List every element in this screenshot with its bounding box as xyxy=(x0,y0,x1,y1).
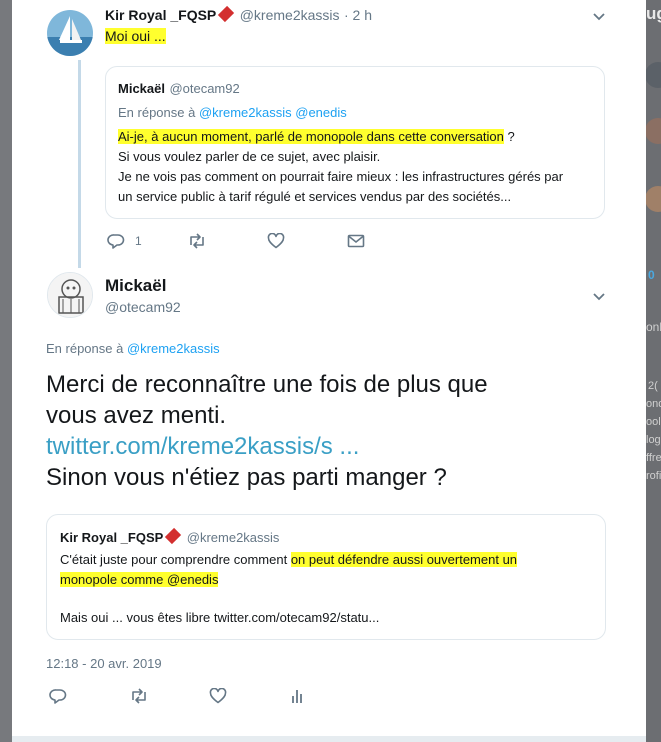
retweet-button[interactable] xyxy=(129,688,209,704)
reply-users: @kreme2kassis @enedis xyxy=(198,105,347,120)
chevron-down-icon[interactable] xyxy=(592,292,606,302)
retweet-icon xyxy=(132,688,146,704)
quoted-handle: @kreme2kassis xyxy=(186,530,280,545)
tweet-header: Kir Royal _FQSP @kreme2kassis · 2 h xyxy=(105,5,372,25)
quoted-line: un service public à tarif régulé et serv… xyxy=(118,189,512,204)
reply-button[interactable] xyxy=(49,688,129,704)
sidebar-text: 2( xyxy=(648,380,658,392)
reply-button[interactable]: 1 xyxy=(107,233,187,249)
bottom-divider xyxy=(12,736,646,742)
quoted-line: Si vous voulez parler de ce sujet, avec … xyxy=(118,149,381,164)
diamond-icon xyxy=(218,5,235,23)
quoted-body: C'était juste pour comprendre comment on… xyxy=(60,550,518,628)
reply-icon xyxy=(49,689,67,704)
sidebar-text: onl xyxy=(646,320,661,334)
quoted-display-name: Kir Royal _FQSP xyxy=(60,530,164,545)
analytics-button[interactable] xyxy=(289,688,369,704)
reply-count: 1 xyxy=(135,234,142,248)
analytics-icon xyxy=(292,690,302,703)
thread-connector-line xyxy=(78,60,81,268)
sidebar-text: 0 xyxy=(648,268,655,282)
tweet-line: Merci de reconnaître une fois de plus qu… xyxy=(46,371,488,398)
reply-prefix: En réponse à xyxy=(46,341,124,356)
sidebar-text: ond xyxy=(646,398,661,410)
avatar[interactable] xyxy=(47,272,93,318)
quoted-header: Mickaël @otecam92 xyxy=(118,80,240,98)
quoted-body: Ai-je, à aucun moment, parlé de monopole… xyxy=(118,127,563,207)
mail-icon xyxy=(347,234,365,248)
handle[interactable]: @kreme2kassis xyxy=(240,7,340,23)
tweet-timestamp[interactable]: 12:18 - 20 avr. 2019 xyxy=(46,656,162,671)
reply-icon xyxy=(107,234,125,249)
like-button[interactable] xyxy=(209,688,289,704)
chevron-down-icon[interactable] xyxy=(592,12,606,22)
tweet-body: Merci de reconnaître une fois de plus qu… xyxy=(46,369,488,493)
quoted-handle: @otecam92 xyxy=(169,81,240,96)
sidebar-text: ug xyxy=(646,4,661,23)
heart-icon xyxy=(209,688,227,704)
retweet-icon xyxy=(190,233,204,249)
quoted-line-tail: ? xyxy=(503,129,515,144)
tweet-text: Moi oui ... xyxy=(105,27,166,45)
reply-user-link[interactable]: @kreme2kassis xyxy=(127,341,220,356)
quoted-header: Kir Royal _FQSP @kreme2kassis xyxy=(60,527,280,547)
right-sidebar: ug 0 onl 2( ond ool log ffre rofi xyxy=(646,0,661,742)
quoted-line-highlight: Ai-je, à aucun moment, parlé de monopole… xyxy=(118,129,504,144)
like-button[interactable] xyxy=(267,233,347,249)
handle[interactable]: @otecam92 xyxy=(105,299,181,315)
display-name[interactable]: Mickaël xyxy=(105,276,166,296)
tweet-line: vous avez menti. xyxy=(46,402,227,429)
timestamp[interactable]: · 2 h xyxy=(344,7,372,23)
retweet-button[interactable] xyxy=(187,233,267,249)
heart-icon xyxy=(267,233,285,249)
quoted-line: Je ne vois pas comment on pourrait faire… xyxy=(118,169,564,184)
quoted-tweet[interactable]: Kir Royal _FQSP @kreme2kassis C'était ju… xyxy=(46,514,606,640)
quoted-reply-context: En réponse à @kreme2kassis @enedis xyxy=(118,105,347,120)
quoted-tweet[interactable]: Mickaël @otecam92 En réponse à @kreme2ka… xyxy=(105,66,605,219)
sidebar-text: log xyxy=(646,434,661,446)
left-gutter xyxy=(0,0,12,742)
quoted-text-plain: C'était juste pour comprendre comment xyxy=(60,552,291,567)
tweet-actions xyxy=(49,688,369,704)
sidebar-text: ool xyxy=(646,416,661,428)
quoted-text-highlight: monopole comme @enedis xyxy=(60,572,219,587)
sidebar-text: ffre xyxy=(646,452,661,464)
display-name[interactable]: Kir Royal _FQSP xyxy=(105,7,216,23)
sidebar-text: rofi xyxy=(646,470,661,482)
direct-message-button[interactable] xyxy=(347,234,427,248)
tweet-actions: 1 xyxy=(107,233,427,249)
quoted-display-name: Mickaël xyxy=(118,81,165,96)
tweet-text-highlight: Moi oui ... xyxy=(105,28,166,44)
reply-prefix: En réponse à xyxy=(118,105,196,120)
tweet-conversation-card: Kir Royal _FQSP @kreme2kassis · 2 h Moi … xyxy=(12,0,646,738)
avatar[interactable] xyxy=(47,10,93,56)
quoted-line: Mais oui ... vous êtes libre twitter.com… xyxy=(60,610,380,625)
tweet-line: Sinon vous n'étiez pas parti manger ? xyxy=(46,464,447,491)
tweet-link[interactable]: twitter.com/kreme2kassis/s ... xyxy=(46,431,488,462)
reply-context: En réponse à @kreme2kassis xyxy=(46,341,220,356)
diamond-icon xyxy=(165,527,182,545)
quoted-text-highlight: on peut défendre aussi ouvertement un xyxy=(290,552,518,567)
